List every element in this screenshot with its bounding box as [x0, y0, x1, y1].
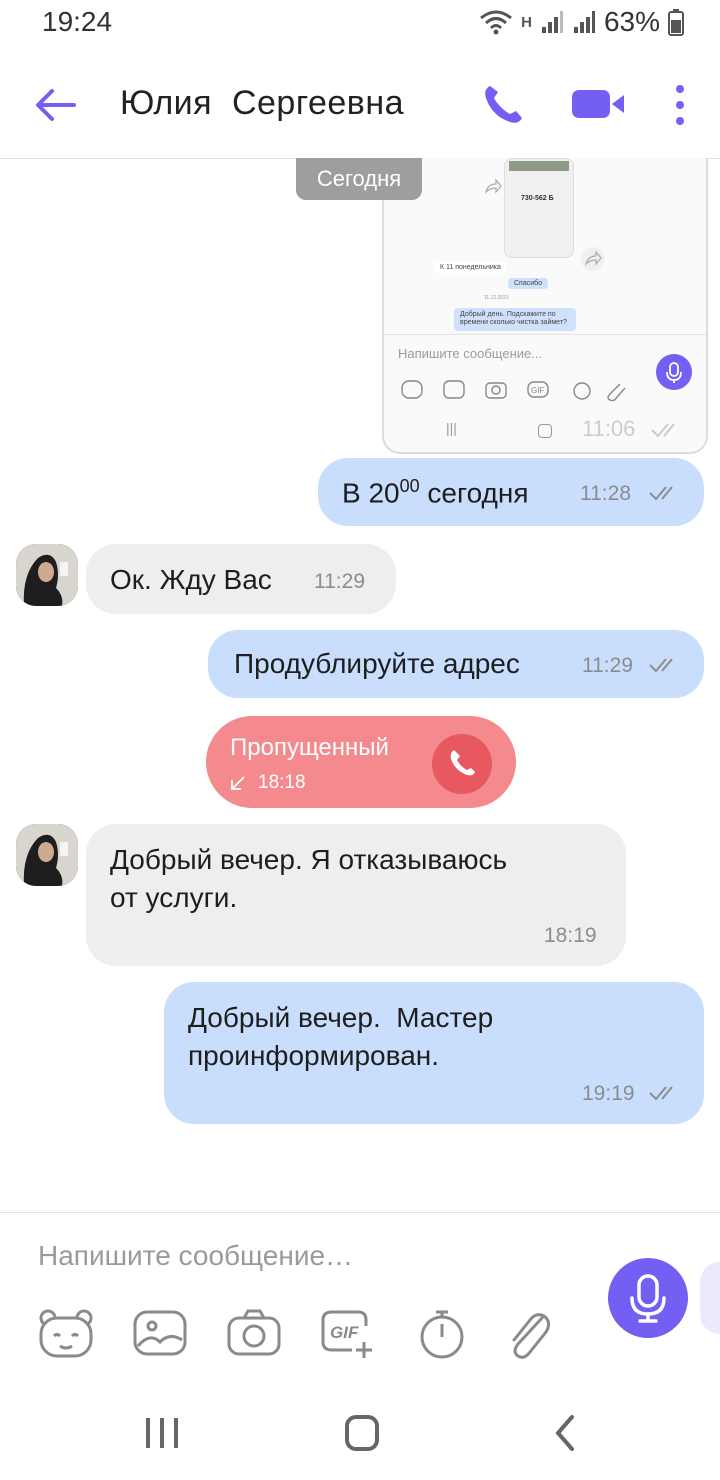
more-options-button[interactable] — [668, 80, 692, 130]
back-arrow-icon — [36, 89, 76, 121]
date-divider: Сегодня — [296, 158, 422, 200]
attachment-date: 11.12.2021 — [484, 295, 509, 301]
message-text-line-1: Добрый вечер. Мастер — [188, 1002, 494, 1033]
attachment-inner-image: 730-562 Б — [504, 158, 574, 258]
contact-name[interactable]: Юлия Сергеевна — [120, 84, 404, 123]
back-button[interactable] — [30, 82, 80, 128]
attachment-button[interactable] — [500, 1306, 560, 1362]
video-call-button[interactable] — [570, 84, 628, 124]
avatar[interactable] — [16, 824, 78, 886]
message-time: 11:29 — [314, 570, 365, 593]
message-input[interactable]: Напишите сообщение… — [38, 1240, 353, 1272]
sticker-icon — [39, 1309, 93, 1358]
read-ticks-icon — [649, 486, 673, 501]
missed-call-time: 18:18 — [258, 772, 306, 793]
attachment-msg-2: Спасибо — [508, 278, 549, 289]
voice-call-button[interactable] — [480, 82, 524, 126]
status-time: 19:24 — [42, 6, 113, 37]
missed-call-bubble[interactable]: Пропущенный 18:18 — [206, 716, 516, 808]
read-ticks-icon — [649, 1086, 673, 1101]
call-back-button[interactable] — [432, 734, 492, 794]
message-text-line-2: от услуги. — [110, 882, 238, 913]
forward-icon — [484, 178, 502, 194]
phone-icon — [485, 86, 522, 123]
signal-icon-1 — [541, 11, 563, 33]
wifi-icon — [480, 10, 513, 35]
battery-icon — [668, 9, 684, 36]
attachment-price: 730-562 Б — [521, 195, 554, 202]
gallery-button[interactable] — [130, 1306, 190, 1362]
missed-call-label: Пропущенный — [230, 734, 389, 761]
message-time: 19:19 — [582, 1082, 635, 1105]
share-icon — [581, 247, 605, 271]
timer-icon — [420, 1310, 464, 1359]
composer-divider — [0, 1212, 720, 1213]
outgoing-message[interactable]: Продублируйте адрес 11:29 — [208, 630, 704, 698]
network-type-label: H — [521, 13, 532, 31]
attachment-timestamp: 11:06 — [582, 416, 636, 441]
recent-apps-button[interactable] — [132, 1410, 192, 1456]
attachment-msg-1: К 11 понедельника — [434, 262, 507, 273]
sticker-button[interactable] — [36, 1306, 96, 1362]
adjacent-action-button[interactable] — [700, 1262, 720, 1334]
read-ticks-icon — [649, 658, 673, 673]
timer-button[interactable] — [412, 1306, 472, 1362]
home-icon — [345, 1415, 379, 1451]
phone-icon — [450, 750, 475, 776]
incoming-message[interactable]: Ок. Жду Вас 11:29 — [86, 544, 396, 614]
message-time: 18:19 — [544, 924, 597, 947]
svg-text:GIF: GIF — [330, 1323, 359, 1342]
attachment-mic-icon — [656, 354, 692, 390]
voice-message-button[interactable] — [608, 1258, 688, 1338]
incoming-message[interactable]: Добрый вечер. Я отказываюсь от услуги. 1… — [86, 824, 626, 966]
back-nav-button[interactable] — [536, 1410, 596, 1456]
message-text: В 2000 сегодня — [342, 476, 529, 509]
recent-apps-icon — [146, 1418, 178, 1448]
camera-icon — [227, 1309, 281, 1356]
signal-icon-2 — [573, 11, 595, 33]
message-time: 11:28 — [580, 482, 631, 505]
gif-icon: GIF — [321, 1310, 372, 1358]
paperclip-icon — [512, 1313, 551, 1359]
attachment-read-ticks-icon — [651, 423, 675, 438]
gif-button[interactable]: GIF — [318, 1306, 378, 1362]
attachment-input-placeholder: Напишите сообщение... — [398, 346, 543, 361]
home-button[interactable] — [332, 1410, 392, 1456]
missed-call-time-row: 18:18 — [230, 772, 306, 794]
camera-button[interactable] — [224, 1306, 284, 1362]
chat-header: Юлия Сергеевна — [0, 52, 720, 159]
attachment-msg-3: Добрый день. Подскажите по времени сколь… — [454, 308, 576, 331]
message-text: Продублируйте адрес — [234, 648, 520, 679]
svg-text:GIF: GIF — [531, 386, 544, 395]
attachment-toolbar-icons: GIF — [401, 380, 626, 402]
chevron-left-icon — [555, 1415, 574, 1451]
kebab-menu-icon — [676, 85, 684, 125]
outgoing-message[interactable]: Добрый вечер. Мастер проинформирован. 19… — [164, 982, 704, 1124]
microphone-icon — [630, 1274, 666, 1323]
incoming-arrow-icon — [231, 776, 245, 790]
video-camera-icon — [572, 90, 624, 118]
message-time: 11:29 — [582, 654, 633, 677]
message-text-line-2: проинформирован. — [188, 1040, 440, 1071]
message-text-superscript: 00 — [399, 476, 420, 496]
battery-percent: 63% — [603, 6, 660, 37]
avatar[interactable] — [16, 544, 78, 606]
gallery-icon — [133, 1310, 187, 1356]
message-text-line-1: Добрый вечер. Я отказываюсь — [110, 844, 508, 875]
message-text: Ок. Жду Вас — [110, 564, 272, 595]
status-indicators: H 63% — [479, 6, 684, 38]
image-attachment[interactable]: 730-562 Б К 11 понедельника Спасибо 11.1… — [382, 158, 708, 454]
outgoing-message[interactable]: В 2000 сегодня 11:28 — [318, 458, 704, 526]
